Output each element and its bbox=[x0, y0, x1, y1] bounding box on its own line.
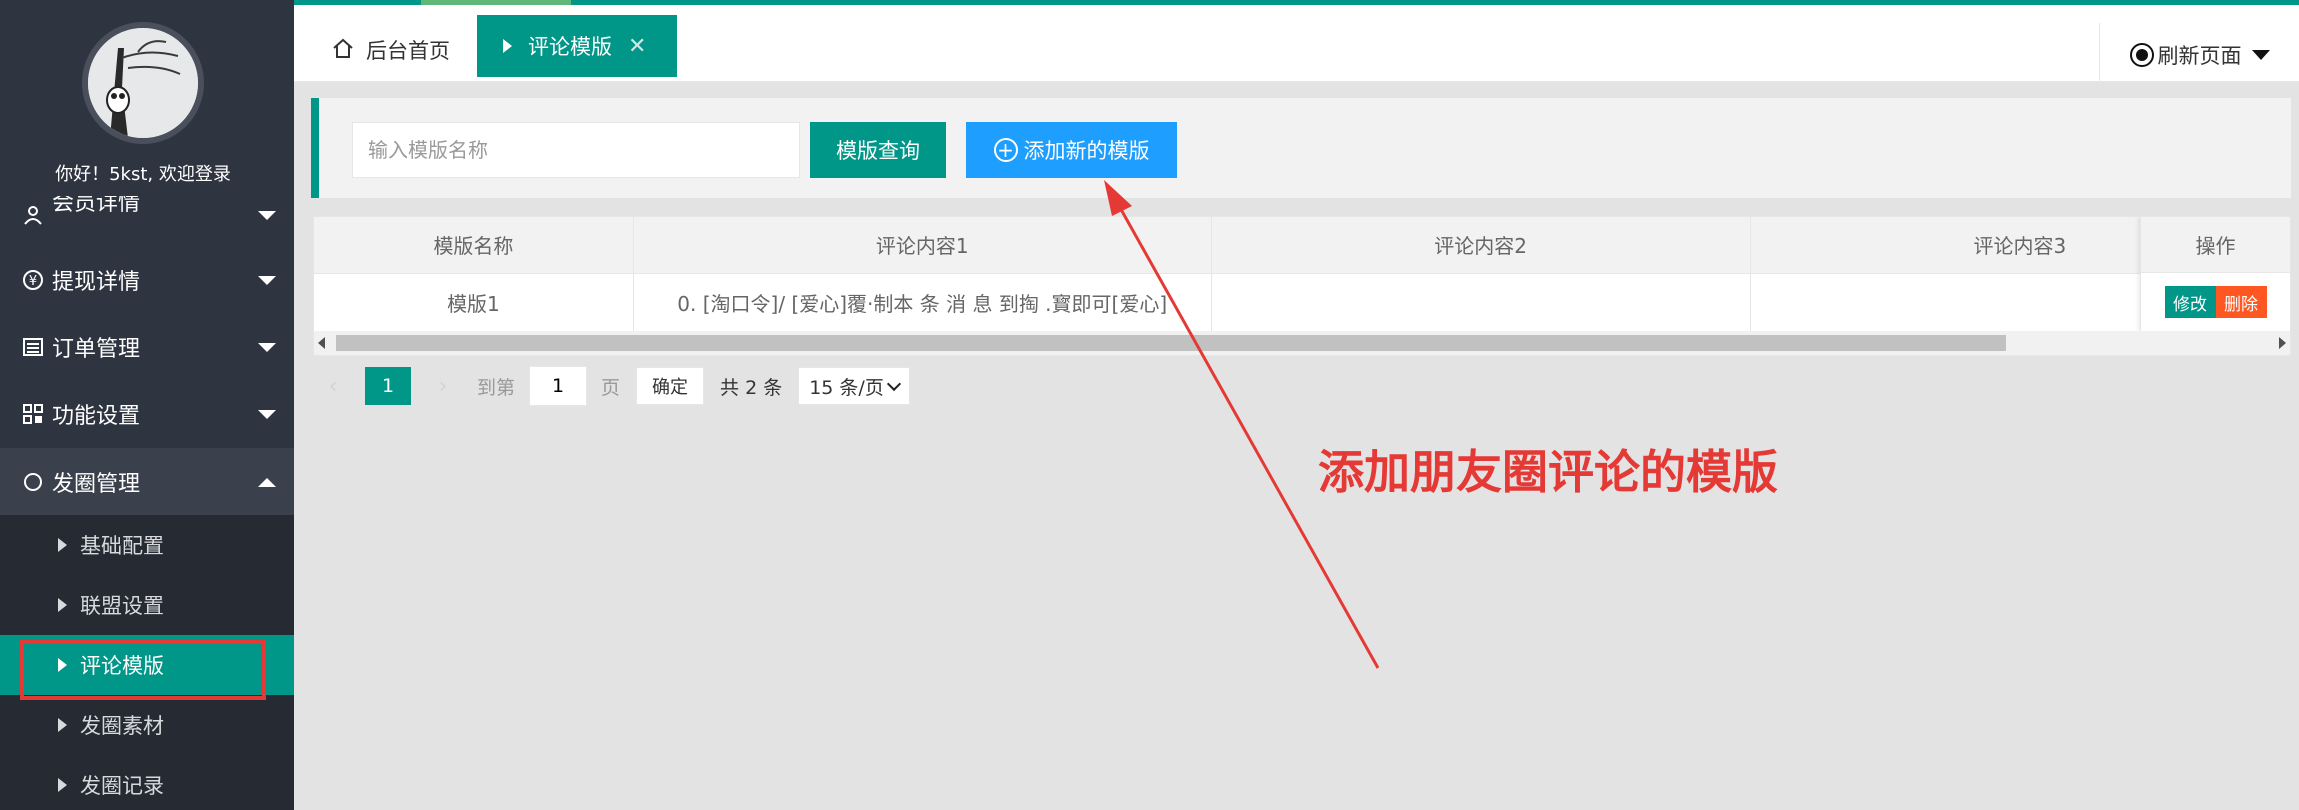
template-query-button[interactable]: 模版查询 bbox=[810, 122, 946, 178]
refresh-label: 刷新页面 bbox=[2157, 44, 2242, 68]
goto-label: 到第 bbox=[477, 376, 516, 399]
template-table: 模版名称 评论内容1 评论内容2 评论内容3 模版1 0. [淘口令]/ [爱心… bbox=[313, 216, 2291, 356]
edit-button[interactable]: 修改 bbox=[2164, 286, 2216, 318]
prev-page-icon[interactable]: ‹ bbox=[313, 374, 353, 399]
avatar[interactable] bbox=[82, 22, 204, 144]
submenu-item-alliance-settings[interactable]: 联盟设置 bbox=[0, 575, 294, 635]
greeting-text: 你好！5kst, 欢迎登录 bbox=[55, 164, 231, 185]
chevron-down-icon bbox=[258, 409, 276, 419]
search-panel: 模版查询 + 添加新的模版 bbox=[311, 98, 2291, 198]
caret-right-icon bbox=[58, 598, 67, 612]
caret-right-icon bbox=[503, 39, 512, 53]
submenu-item-label: 联盟设置 bbox=[80, 594, 164, 618]
sidebar-item-label: 功能设置 bbox=[52, 403, 141, 429]
submenu-item-label: 评论模版 bbox=[80, 654, 164, 678]
add-circle-icon: + bbox=[993, 138, 1018, 162]
sidebar-item-label: 会员详情 bbox=[52, 196, 141, 216]
sidebar-item-orders[interactable]: 订单管理 bbox=[0, 313, 294, 380]
chevron-down-icon bbox=[258, 342, 276, 352]
caret-right-icon bbox=[58, 658, 67, 672]
caret-right-icon bbox=[58, 718, 67, 732]
scroll-thumb[interactable] bbox=[336, 335, 2006, 351]
radio-dot-icon bbox=[2129, 43, 2154, 67]
operations-column: 操作 修改 删除 bbox=[2140, 217, 2290, 331]
tab-home[interactable]: 后台首页 bbox=[332, 21, 450, 79]
submenu-item-label: 发圈素材 bbox=[80, 714, 164, 738]
submenu-item-label: 基础配置 bbox=[80, 534, 164, 558]
submenu-item-comment-templates[interactable]: 评论模版 bbox=[0, 635, 294, 695]
svg-text:¥: ¥ bbox=[29, 274, 37, 289]
operations-cell: 修改 删除 bbox=[2141, 273, 2290, 331]
chevron-down-icon bbox=[887, 376, 902, 391]
cell-name: 模版1 bbox=[314, 273, 634, 332]
chevron-up-icon bbox=[258, 477, 276, 487]
page-button-current[interactable]: 1 bbox=[365, 367, 411, 405]
annotation-text: 添加朋友圈评论的模版 bbox=[1318, 445, 1778, 499]
sidebar-item-label: 提现详情 bbox=[52, 269, 141, 295]
page-suffix: 页 bbox=[601, 376, 621, 399]
chevron-down-icon bbox=[2251, 50, 2270, 60]
submenu-item-basic-config[interactable]: 基础配置 bbox=[0, 515, 294, 575]
tab-home-label: 后台首页 bbox=[366, 39, 450, 63]
user-icon bbox=[22, 204, 44, 226]
avatar-image bbox=[88, 28, 198, 138]
data-table: 模版名称 评论内容1 评论内容2 评论内容3 模版1 0. [淘口令]/ [爱心… bbox=[314, 217, 2290, 332]
delete-button[interactable]: 删除 bbox=[2215, 286, 2267, 318]
next-page-icon[interactable]: › bbox=[423, 374, 463, 399]
sidebar-item-label: 发圈管理 bbox=[52, 471, 141, 497]
sidebar-item-label: 订单管理 bbox=[52, 336, 141, 362]
column-header[interactable]: 评论内容2 bbox=[1211, 217, 1751, 274]
table-row: 模版1 0. [淘口令]/ [爱心]覆·制本 条 消 息 到掏 .寳即可[爱心] bbox=[314, 273, 2290, 332]
sidebar-item-settings[interactable]: 功能设置 bbox=[0, 380, 294, 447]
chevron-down-icon bbox=[258, 211, 276, 220]
pagination: ‹ 1 › 到第 页 确定 共 2 条 15 条/页 bbox=[313, 366, 911, 406]
scroll-right-icon[interactable] bbox=[2279, 337, 2286, 349]
add-template-button[interactable]: + 添加新的模版 bbox=[966, 122, 1177, 178]
caret-right-icon bbox=[58, 538, 67, 552]
caret-right-icon bbox=[58, 778, 67, 792]
horizontal-scrollbar[interactable] bbox=[314, 331, 2290, 355]
total-count: 共 2 条 bbox=[720, 376, 783, 399]
submenu: 基础配置 联盟设置 评论模版 发圈素材 发圈记录 bbox=[0, 515, 294, 810]
cell-content1: 0. [淘口令]/ [爱心]覆·制本 条 消 息 到掏 .寳即可[爱心] bbox=[633, 273, 1212, 332]
goto-confirm-button[interactable]: 确定 bbox=[636, 367, 705, 405]
operations-header: 操作 bbox=[2141, 217, 2290, 273]
table-header-row: 模版名称 评论内容1 评论内容2 评论内容3 bbox=[314, 217, 2290, 274]
column-header[interactable]: 评论内容1 bbox=[633, 217, 1212, 274]
sidebar-item-withdrawal[interactable]: ¥ 提现详情 bbox=[0, 246, 294, 313]
tab-label: 评论模版 bbox=[528, 35, 612, 59]
chevron-down-icon bbox=[258, 275, 276, 285]
tab-bar: 后台首页 评论模版 ✕ 刷新页面 bbox=[294, 5, 2299, 87]
scroll-left-icon[interactable] bbox=[318, 337, 325, 349]
submenu-item-materials[interactable]: 发圈素材 bbox=[0, 695, 294, 755]
apps-icon bbox=[22, 403, 44, 425]
list-icon bbox=[22, 336, 44, 358]
submenu-item-records[interactable]: 发圈记录 bbox=[0, 755, 294, 810]
page-size-select[interactable]: 15 条/页 bbox=[798, 367, 911, 405]
yen-icon: ¥ bbox=[22, 269, 44, 291]
home-icon bbox=[332, 37, 354, 64]
add-template-label: 添加新的模版 bbox=[1023, 139, 1150, 163]
tab-comment-templates[interactable]: 评论模版 ✕ bbox=[477, 15, 677, 77]
cell-content2 bbox=[1211, 273, 1751, 332]
goto-page-input[interactable] bbox=[529, 366, 588, 406]
submenu-item-label: 发圈记录 bbox=[80, 774, 164, 798]
sidebar-item-moments[interactable]: 发圈管理 bbox=[0, 448, 294, 515]
template-name-input[interactable] bbox=[352, 122, 800, 178]
sidebar: 你好！5kst, 欢迎登录 会员详情 ¥ 提现详情 订单管理 功能设置 发圈管理 bbox=[0, 0, 294, 810]
main-area: 后台首页 评论模版 ✕ 刷新页面 模版查询 + 添加新的模版 模版名称 bbox=[294, 0, 2299, 810]
column-header[interactable]: 模版名称 bbox=[314, 217, 634, 274]
sidebar-item-member-details[interactable]: 会员详情 bbox=[0, 196, 294, 234]
circle-icon bbox=[22, 471, 44, 493]
page-size-value: 15 条/页 bbox=[809, 376, 884, 399]
refresh-page-button[interactable]: 刷新页面 bbox=[2099, 23, 2299, 87]
close-icon[interactable]: ✕ bbox=[628, 34, 646, 59]
